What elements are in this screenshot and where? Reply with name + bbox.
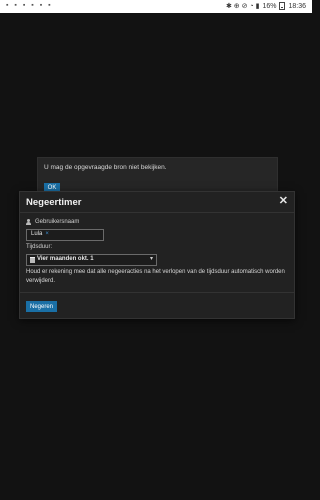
status-bar: ▪ ▪ ▪ ▪ ▪ ▪ ✱ ⊕ ⊘ ◔ ▮ 16% 18:36 — [0, 0, 312, 13]
modal-footer: Negeren — [20, 292, 294, 319]
system-icons: ✱ ⊕ ⊘ ◔ ▮ — [225, 3, 260, 10]
clock: 18:36 — [288, 2, 306, 10]
battery-icon — [279, 2, 286, 10]
auto-removal-notice: Houd er rekening mee dat alle negeeracti… — [26, 269, 285, 284]
access-denied-message: U mag de opgevraagde bron niet bekijken. — [44, 164, 167, 171]
duration-value: Vier maanden okt. 1 — [37, 256, 94, 262]
status-right: ✱ ⊕ ⊘ ◔ ▮ 16% 18:36 — [226, 2, 306, 10]
user-tag: Lula × — [31, 231, 49, 237]
chevron-down-icon: ▾ — [149, 256, 153, 262]
battery-percent: 16% — [262, 2, 277, 10]
remove-user-icon[interactable]: × — [45, 231, 49, 237]
modal-header: Negeertimer ✕ — [20, 192, 294, 213]
notification-icons: ▪ ▪ ▪ ▪ ▪ ▪ — [6, 2, 53, 9]
close-icon[interactable]: ✕ — [279, 195, 288, 207]
users-icon — [26, 219, 33, 225]
username-label-text: Gebruikersnaam — [35, 219, 80, 225]
ignore-timer-modal: Negeertimer ✕ Gebruikersnaam Lula × Tijd… — [19, 191, 295, 319]
modal-title: Negeertimer — [26, 197, 82, 208]
calendar-icon — [30, 257, 35, 263]
username-input[interactable]: Lula × — [26, 229, 104, 241]
user-tag-label: Lula — [31, 231, 43, 237]
duration-select[interactable]: Vier maanden okt. 1 ▾ — [26, 254, 157, 266]
ignore-button[interactable]: Negeren — [26, 301, 57, 312]
username-label: Gebruikersnaam — [26, 219, 79, 225]
duration-label: Tijdsduur: — [26, 244, 53, 250]
